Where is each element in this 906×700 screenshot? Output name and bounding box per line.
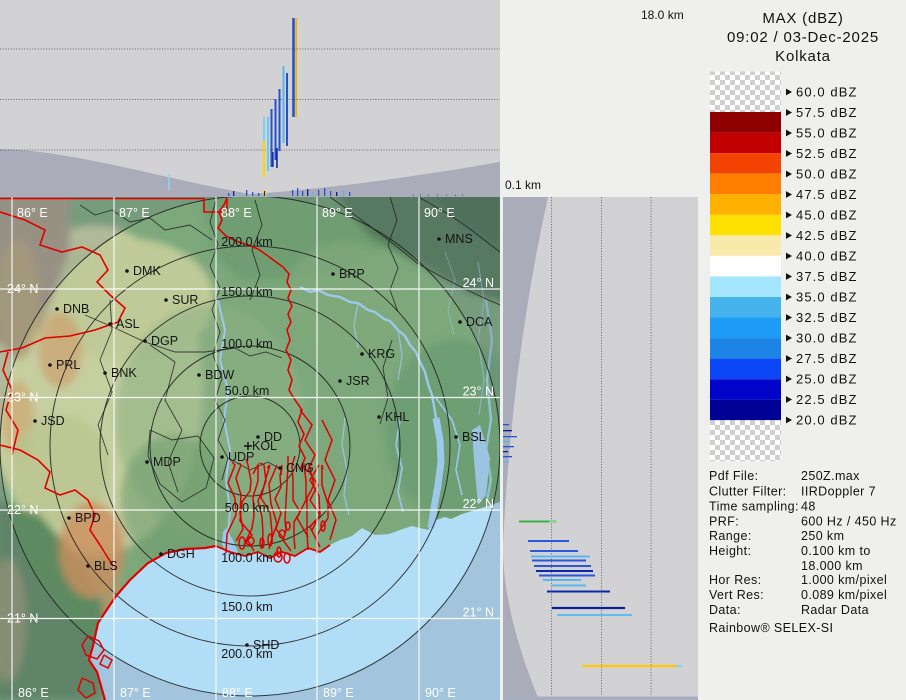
svg-text:PRF:: PRF: bbox=[709, 515, 739, 529]
svg-text:35.0 dBZ: 35.0 dBZ bbox=[796, 290, 858, 305]
svg-text:150.0 km: 150.0 km bbox=[221, 285, 272, 299]
svg-text:30.0 dBZ: 30.0 dBZ bbox=[796, 331, 858, 346]
svg-text:87° E: 87° E bbox=[119, 206, 150, 220]
svg-text:90° E: 90° E bbox=[425, 686, 456, 700]
svg-text:88° E: 88° E bbox=[221, 206, 252, 220]
svg-text:86° E: 86° E bbox=[17, 206, 48, 220]
svg-text:86° E: 86° E bbox=[18, 686, 49, 700]
svg-text:200.0 km: 200.0 km bbox=[221, 235, 272, 249]
svg-text:50.0 km: 50.0 km bbox=[225, 501, 269, 515]
svg-text:47.5 dBZ: 47.5 dBZ bbox=[796, 187, 858, 202]
svg-text:JSR: JSR bbox=[346, 374, 370, 388]
svg-text:27.5 dBZ: 27.5 dBZ bbox=[796, 351, 858, 366]
svg-text:Data:: Data: bbox=[709, 603, 741, 617]
svg-text:ASL: ASL bbox=[116, 317, 140, 331]
svg-text:1.000 km/pixel: 1.000 km/pixel bbox=[801, 573, 887, 587]
svg-text:DMK: DMK bbox=[133, 264, 161, 278]
svg-text:DGP: DGP bbox=[151, 334, 178, 348]
svg-text:87° E: 87° E bbox=[120, 686, 151, 700]
svg-text:18.0 km: 18.0 km bbox=[641, 8, 684, 22]
svg-text:Height:: Height: bbox=[709, 544, 751, 558]
svg-text:20.0 dBZ: 20.0 dBZ bbox=[796, 413, 858, 428]
svg-text:55.0 dBZ: 55.0 dBZ bbox=[796, 126, 858, 141]
svg-text:25.0 dBZ: 25.0 dBZ bbox=[796, 372, 858, 387]
svg-text:18.000 km: 18.000 km bbox=[801, 559, 863, 573]
svg-text:90° E: 90° E bbox=[424, 206, 455, 220]
svg-text:24° N: 24° N bbox=[7, 282, 38, 296]
svg-text:22° N: 22° N bbox=[7, 503, 38, 517]
svg-text:600 Hz / 450 Hz: 600 Hz / 450 Hz bbox=[801, 515, 897, 529]
svg-text:MAX (dBZ): MAX (dBZ) bbox=[762, 10, 843, 27]
svg-text:52.5 dBZ: 52.5 dBZ bbox=[796, 146, 858, 161]
svg-text:KHL: KHL bbox=[385, 410, 409, 424]
svg-text:100.0 km: 100.0 km bbox=[221, 551, 272, 565]
svg-text:22.5 dBZ: 22.5 dBZ bbox=[796, 392, 858, 407]
svg-text:0.1 km: 0.1 km bbox=[505, 178, 541, 192]
svg-text:DNB: DNB bbox=[63, 302, 89, 316]
svg-text:42.5 dBZ: 42.5 dBZ bbox=[796, 228, 858, 243]
svg-text:23° N: 23° N bbox=[7, 391, 38, 405]
svg-text:23° N: 23° N bbox=[463, 385, 494, 399]
svg-text:SUR: SUR bbox=[172, 293, 198, 307]
svg-text:Time sampling:: Time sampling: bbox=[709, 500, 799, 514]
svg-text:Vert Res:: Vert Res: bbox=[709, 588, 764, 602]
svg-text:BPD: BPD bbox=[75, 511, 101, 525]
svg-text:40.0 dBZ: 40.0 dBZ bbox=[796, 249, 858, 264]
svg-text:Kolkata: Kolkata bbox=[775, 48, 831, 65]
svg-text:Hor Res:: Hor Res: bbox=[709, 573, 762, 587]
svg-text:50.0 km: 50.0 km bbox=[225, 384, 269, 398]
svg-text:21° N: 21° N bbox=[7, 612, 38, 626]
svg-text:57.5 dBZ: 57.5 dBZ bbox=[796, 105, 858, 120]
svg-text:BNK: BNK bbox=[111, 366, 137, 380]
svg-text:CNG: CNG bbox=[286, 461, 314, 475]
svg-text:DCA: DCA bbox=[466, 315, 493, 329]
svg-text:0.089 km/pixel: 0.089 km/pixel bbox=[801, 588, 887, 602]
svg-text:88° E: 88° E bbox=[222, 686, 253, 700]
svg-text:Pdf File:: Pdf File: bbox=[709, 469, 758, 483]
svg-text:UDP: UDP bbox=[228, 450, 254, 464]
svg-text:150.0 km: 150.0 km bbox=[221, 600, 272, 614]
svg-text:24° N: 24° N bbox=[463, 276, 494, 290]
svg-text:22° N: 22° N bbox=[463, 497, 494, 511]
svg-text:BSL: BSL bbox=[462, 430, 486, 444]
svg-text:Clutter Filter:: Clutter Filter: bbox=[709, 485, 787, 499]
svg-text:DGH: DGH bbox=[167, 547, 195, 561]
svg-text:48: 48 bbox=[801, 500, 816, 514]
svg-text:100.0 km: 100.0 km bbox=[221, 337, 272, 351]
svg-text:PRL: PRL bbox=[56, 358, 80, 372]
svg-text:250Z.max: 250Z.max bbox=[801, 469, 860, 483]
svg-text:21° N: 21° N bbox=[463, 606, 494, 620]
svg-text:60.0 dBZ: 60.0 dBZ bbox=[796, 85, 858, 100]
svg-text:Range:: Range: bbox=[709, 529, 752, 543]
svg-text:89° E: 89° E bbox=[323, 686, 354, 700]
svg-text:250 km: 250 km bbox=[801, 529, 844, 543]
svg-text:0.100 km to: 0.100 km to bbox=[801, 544, 871, 558]
svg-text:37.5 dBZ: 37.5 dBZ bbox=[796, 269, 858, 284]
svg-text:MDP: MDP bbox=[153, 455, 181, 469]
svg-text:09:02 / 03-Dec-2025: 09:02 / 03-Dec-2025 bbox=[727, 29, 879, 46]
svg-text:KOL: KOL bbox=[252, 439, 277, 453]
svg-text:BRP: BRP bbox=[339, 267, 365, 281]
svg-text:MNS: MNS bbox=[445, 232, 473, 246]
svg-text:SHD: SHD bbox=[253, 638, 279, 652]
svg-text:45.0 dBZ: 45.0 dBZ bbox=[796, 208, 858, 223]
svg-text:50.0 dBZ: 50.0 dBZ bbox=[796, 167, 858, 182]
svg-text:Rainbow® SELEX-SI: Rainbow® SELEX-SI bbox=[709, 621, 833, 635]
svg-text:BDW: BDW bbox=[205, 368, 234, 382]
svg-text:KRG: KRG bbox=[368, 347, 395, 361]
svg-text:JSD: JSD bbox=[41, 414, 65, 428]
svg-text:32.5 dBZ: 32.5 dBZ bbox=[796, 310, 858, 325]
svg-text:IIRDoppler 7: IIRDoppler 7 bbox=[801, 485, 876, 499]
svg-text:89° E: 89° E bbox=[322, 206, 353, 220]
svg-text:BLS: BLS bbox=[94, 559, 118, 573]
svg-text:Radar Data: Radar Data bbox=[801, 603, 869, 617]
